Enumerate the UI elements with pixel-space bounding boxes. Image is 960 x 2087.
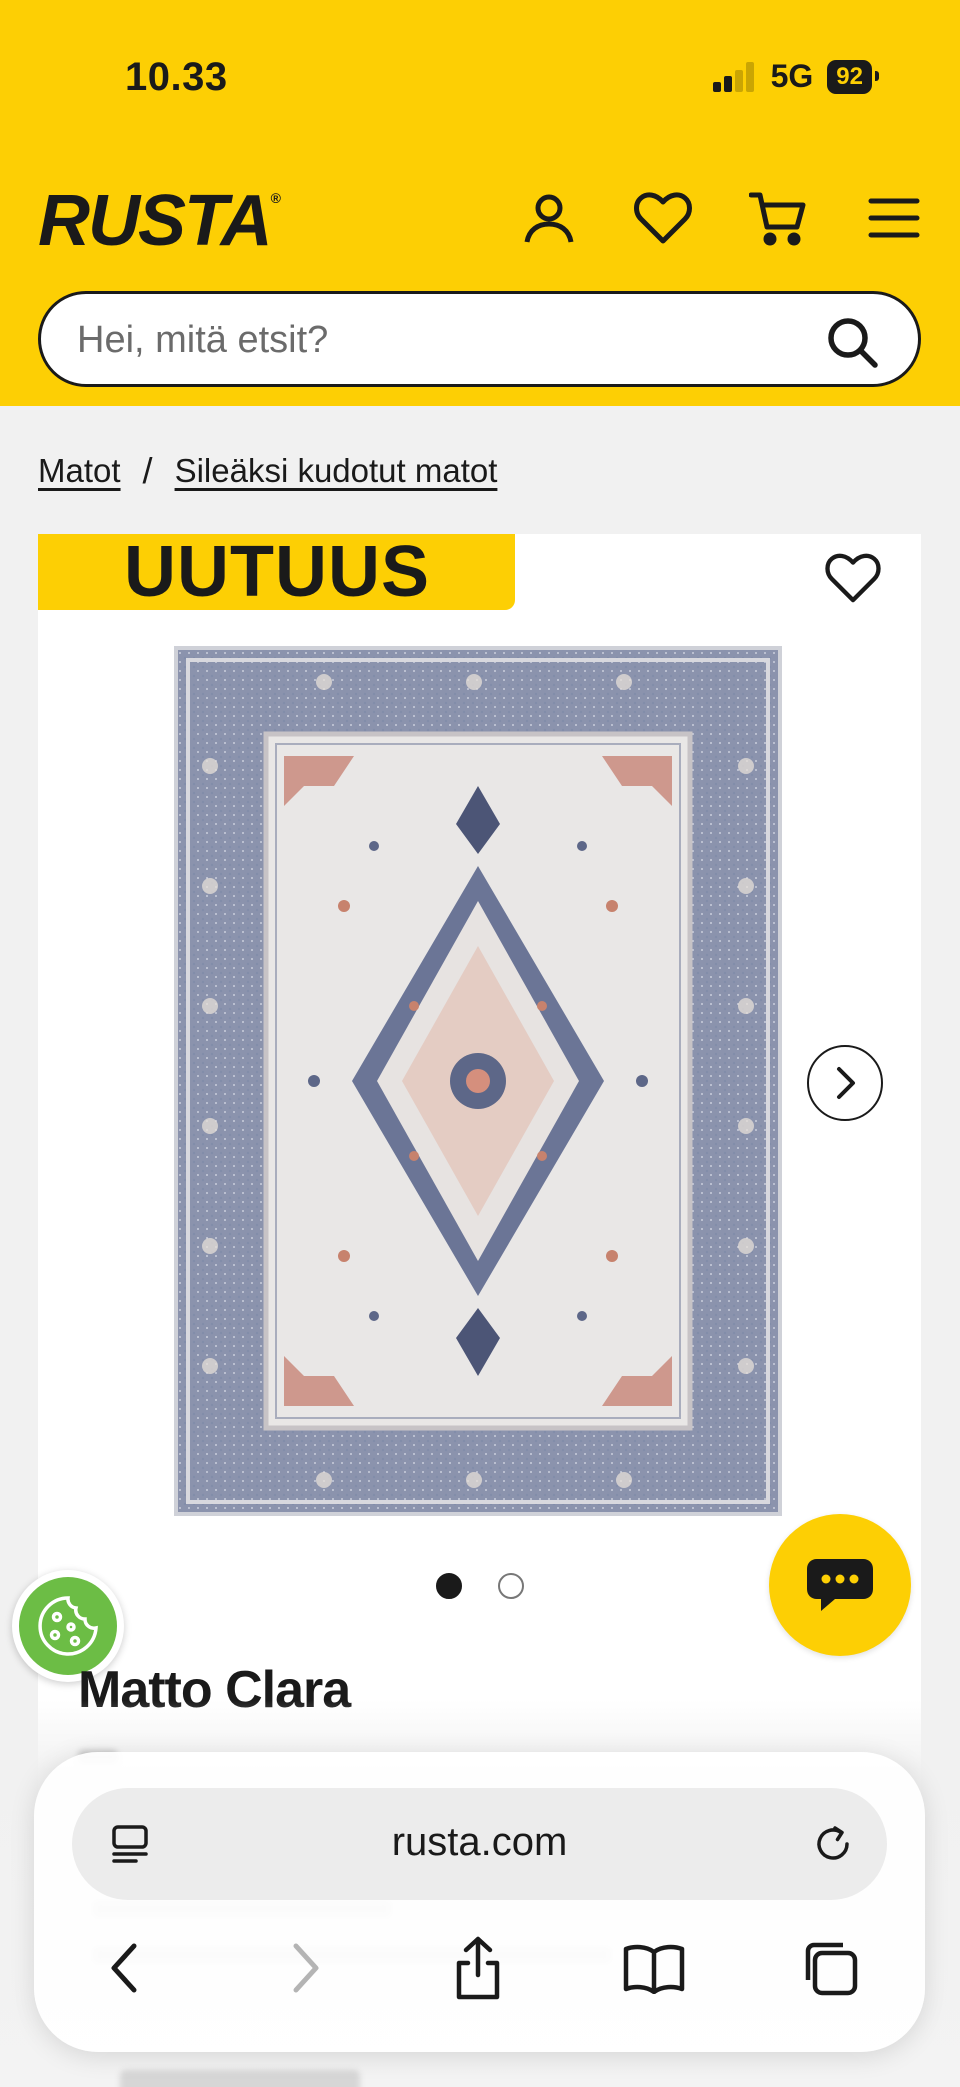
breadcrumb-link-sileaksi-kudotut-matot[interactable]: Sileäksi kudotut matot: [175, 452, 498, 490]
chat-icon: [807, 1559, 873, 1611]
image-pagination: [436, 1573, 524, 1599]
share-button[interactable]: [440, 1930, 516, 2006]
pagination-dot-2[interactable]: [498, 1573, 524, 1599]
new-badge: UUTUUS: [38, 534, 515, 610]
back-button[interactable]: [86, 1930, 162, 2006]
search-bar[interactable]: [38, 291, 921, 387]
status-time: 10.33: [125, 55, 228, 99]
breadcrumb-link-matot[interactable]: Matot: [38, 452, 121, 490]
favorite-heart-icon[interactable]: [825, 552, 881, 608]
site-header: 10.33 5G 92 RUSTA®: [0, 0, 960, 406]
search-icon[interactable]: [824, 314, 880, 370]
search-input[interactable]: [77, 316, 777, 364]
status-indicators: 5G 92: [712, 58, 879, 95]
forward-icon: [293, 1943, 319, 1993]
product-image-rug[interactable]: [174, 646, 782, 1516]
menu-icon[interactable]: [864, 188, 924, 248]
tabs-button[interactable]: [792, 1930, 868, 2006]
pagination-dot-1[interactable]: [436, 1573, 462, 1599]
forward-button[interactable]: [268, 1930, 344, 2006]
browser-toolbar: rusta.com: [34, 1752, 925, 2052]
battery-indicator: 92: [827, 59, 879, 94]
next-image-button[interactable]: [807, 1045, 883, 1121]
bookmarks-icon: [623, 1944, 685, 1994]
faded-text: [120, 2070, 360, 2087]
signal-icon: [712, 61, 757, 92]
bookmarks-button[interactable]: [616, 1930, 692, 2006]
user-icon[interactable]: [519, 188, 579, 248]
url-text[interactable]: rusta.com: [72, 1820, 887, 1865]
tabs-icon: [805, 1942, 858, 1996]
breadcrumb-separator: /: [142, 450, 153, 491]
chat-button[interactable]: [769, 1514, 911, 1656]
cart-icon[interactable]: [748, 188, 808, 248]
rusta-logo[interactable]: RUSTA®: [38, 180, 281, 262]
breadcrumb: Matot / Sileäksi kudotut matot: [38, 450, 497, 492]
chevron-right-icon: [837, 1067, 855, 1099]
address-bar[interactable]: rusta.com: [72, 1788, 887, 1900]
share-icon: [456, 1936, 500, 2000]
reload-icon[interactable]: [809, 1820, 857, 1868]
network-type: 5G: [770, 58, 814, 94]
heart-icon[interactable]: [633, 188, 693, 248]
cookie-icon: [38, 1596, 98, 1656]
back-icon: [111, 1943, 137, 1993]
